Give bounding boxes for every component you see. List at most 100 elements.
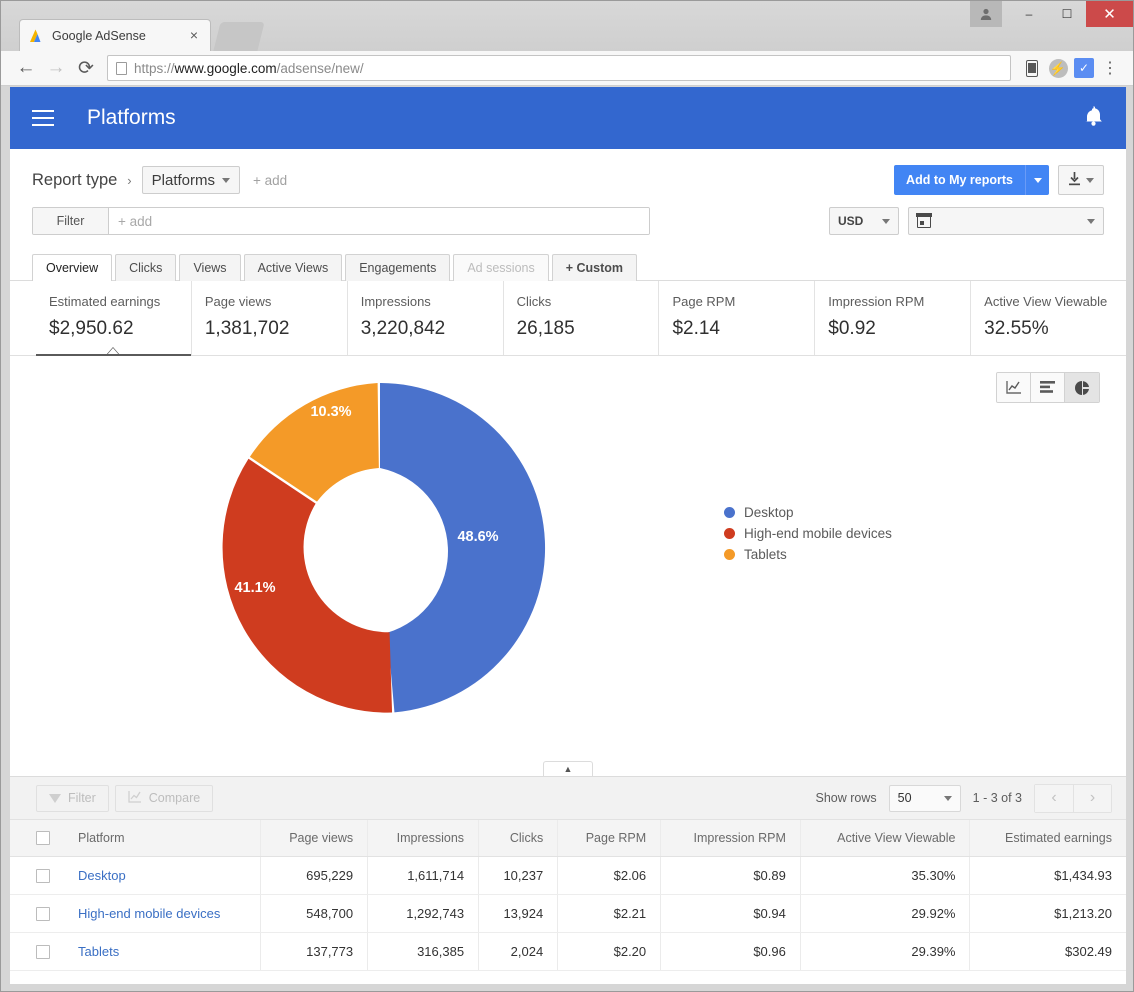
metric-card-estimated-earnings[interactable]: Estimated earnings $2,950.62 (36, 281, 192, 356)
metric-card-impression-rpm[interactable]: Impression RPM $0.92 (815, 281, 972, 355)
add-to-my-reports-dropdown[interactable] (1025, 165, 1049, 195)
collapse-chart-handle[interactable]: ▲ (543, 761, 593, 776)
notification-bell-icon[interactable] (1083, 104, 1104, 133)
next-page-icon[interactable]: › (1073, 784, 1111, 812)
browser-tab-title: Google AdSense (52, 28, 146, 43)
table-row[interactable]: Desktop 695,229 1,611,714 10,237 $2.06 $… (10, 856, 1126, 895)
metric-card-page-views[interactable]: Page views 1,381,702 (192, 281, 348, 355)
select-all-header (10, 819, 64, 857)
table-row[interactable]: Tablets 137,773 316,385 2,024 $2.20 $0.9… (10, 932, 1126, 971)
tab-clicks[interactable]: Clicks (115, 254, 177, 281)
check-extension-icon[interactable]: ✓ (1071, 55, 1097, 81)
add-to-my-reports-button[interactable]: Add to My reports (894, 165, 1049, 195)
new-tab-button[interactable] (213, 22, 265, 51)
browser-menu-icon[interactable]: ⋮ (1097, 55, 1123, 81)
cell-page-views: 548,700 (260, 894, 368, 933)
tab-overview[interactable]: Overview (32, 254, 113, 281)
platform-link[interactable]: High-end mobile devices (78, 906, 220, 921)
page-content: Platforms Report type › Platforms + add … (10, 87, 1126, 984)
cell-page-rpm: $2.20 (557, 932, 661, 971)
legend-item-desktop[interactable]: Desktop (724, 502, 892, 523)
legend-label: Desktop (744, 505, 794, 520)
pagination-controls: Show rows 50 1 - 3 of 3 ‹ › (816, 783, 1112, 813)
tab-views[interactable]: Views (179, 254, 241, 281)
platform-link[interactable]: Tablets (78, 944, 119, 959)
row-checkbox[interactable] (36, 944, 50, 959)
column-header-page-views[interactable]: Page views (260, 819, 368, 857)
report-type-select[interactable]: Platforms (141, 166, 240, 194)
metric-card-active-view-viewable[interactable]: Active View Viewable 32.55% (971, 281, 1126, 355)
breadcrumb-chevron-icon: › (127, 172, 132, 188)
tab-close-icon[interactable]: × (186, 27, 202, 44)
tab-engagements[interactable]: Engagements (345, 254, 451, 281)
reload-icon[interactable]: ⟳ (71, 53, 101, 83)
table-row[interactable]: High-end mobile devices 548,700 1,292,74… (10, 894, 1126, 933)
cell-platform: Desktop (64, 856, 261, 895)
metric-card-label: Clicks (516, 294, 552, 309)
currency-select[interactable]: USD (829, 207, 899, 235)
hamburger-menu-icon[interactable] (32, 110, 54, 126)
tab-active-views[interactable]: Active Views (243, 254, 343, 281)
column-header-impressions[interactable]: Impressions (367, 819, 479, 857)
pie-chart-icon[interactable] (1065, 373, 1099, 402)
platform-link[interactable]: Desktop (78, 868, 126, 883)
rows-per-page-select[interactable]: 50 (888, 784, 961, 812)
bolt-extension-icon[interactable]: ⚡ (1045, 55, 1071, 81)
cell-platform: High-end mobile devices (64, 894, 261, 933)
add-dimension-link[interactable]: + add (253, 173, 287, 188)
metric-card-value: 26,185 (516, 318, 575, 339)
donut-label-desktop: 48.6% (457, 529, 498, 545)
column-header-impression-rpm[interactable]: Impression RPM (660, 819, 801, 857)
chevron-down-icon (1086, 177, 1094, 183)
filter-row: Filter + add USD (10, 197, 1126, 235)
maximize-button[interactable]: ☐ (1048, 1, 1086, 27)
tab-custom[interactable]: + Custom (551, 254, 638, 281)
column-header-estimated-earnings[interactable]: Estimated earnings (969, 819, 1126, 857)
filter-input[interactable]: + add (109, 208, 649, 234)
metric-card-label: Estimated earnings (49, 294, 161, 309)
metric-card-page-rpm[interactable]: Page RPM $2.14 (659, 281, 816, 355)
forward-icon[interactable]: → (41, 53, 71, 83)
table-compare-button[interactable]: Compare (114, 784, 214, 812)
row-select-cell (10, 894, 64, 933)
legend-item-high-end-mobile-devices[interactable]: High-end mobile devices (724, 523, 892, 544)
metric-card-value: 3,220,842 (360, 318, 446, 339)
browser-tab[interactable]: Google AdSense × (19, 19, 211, 51)
account-icon[interactable] (970, 1, 1002, 27)
minimize-button[interactable]: – (1010, 1, 1048, 27)
row-select-cell (10, 932, 64, 971)
date-range-select[interactable] (908, 207, 1104, 235)
legend-color-swatch (724, 549, 735, 560)
row-checkbox[interactable] (36, 906, 50, 921)
cell-impressions: 1,611,714 (367, 856, 479, 895)
table-filter-label: Filter (68, 791, 96, 805)
currency-value: USD (838, 214, 864, 228)
metric-card-clicks[interactable]: Clicks 26,185 (504, 281, 660, 355)
column-header-platform[interactable]: Platform (64, 819, 261, 857)
download-button[interactable] (1058, 165, 1104, 195)
metric-card-label: Impression RPM (828, 294, 925, 309)
row-checkbox[interactable] (36, 868, 50, 883)
url-scheme: https:// (134, 60, 175, 76)
legend-color-swatch (724, 507, 735, 518)
back-icon[interactable]: ← (11, 53, 41, 83)
line-chart-icon[interactable] (997, 373, 1031, 402)
metric-card-impressions[interactable]: Impressions 3,220,842 (348, 281, 504, 355)
report-type-value: Platforms (151, 171, 215, 189)
column-header-page-rpm[interactable]: Page RPM (557, 819, 661, 857)
table-filter-button[interactable]: Filter (36, 784, 109, 812)
filter-box[interactable]: Filter + add (32, 207, 650, 235)
metric-card-label: Page RPM (672, 294, 736, 309)
bar-chart-icon[interactable] (1031, 373, 1065, 402)
legend-item-tablets[interactable]: Tablets (724, 544, 892, 565)
row-select-cell (10, 856, 64, 895)
column-header-active-view-viewable[interactable]: Active View Viewable (799, 819, 970, 857)
chevron-down-icon (882, 218, 890, 224)
prev-page-icon[interactable]: ‹ (1035, 784, 1073, 812)
mobile-view-icon[interactable] (1019, 55, 1045, 81)
select-all-checkbox[interactable] (36, 831, 50, 845)
column-header-clicks[interactable]: Clicks (478, 819, 558, 857)
window-close-button[interactable]: ✕ (1086, 1, 1133, 27)
app-bar: Platforms (10, 87, 1126, 149)
address-bar[interactable]: https://www.google.com/adsense/new/ (107, 55, 1011, 81)
